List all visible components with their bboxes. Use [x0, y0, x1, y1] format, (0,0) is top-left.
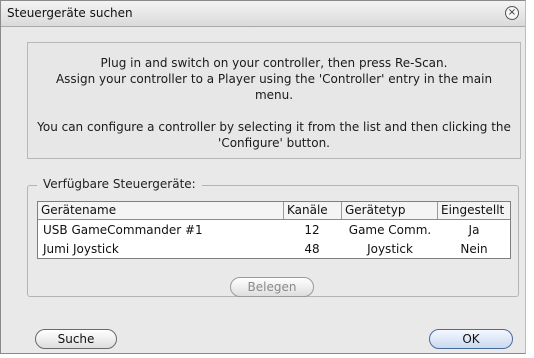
ok-button[interactable]: OK — [429, 329, 513, 349]
title-bar: Steuergeräte suchen × — [1, 1, 525, 27]
close-icon[interactable]: × — [505, 6, 519, 20]
search-button[interactable]: Suche — [35, 329, 117, 349]
controller-search-dialog: Steuergeräte suchen × Plug in and switch… — [0, 0, 526, 354]
column-header-type[interactable]: Gerätetyp — [342, 202, 438, 219]
cell-channels: 48 — [304, 242, 320, 256]
table-row[interactable]: USB GameCommander #1 12 Game Comm. Ja — [38, 221, 510, 240]
cell-name: Jumi Joystick — [43, 242, 119, 256]
cell-configured: Nein — [460, 242, 488, 256]
cell-configured: Ja — [468, 223, 480, 237]
cell-type: Joystick — [367, 242, 413, 256]
controller-table: Gerätename Kanäle Gerätetyp Eingestellt … — [37, 201, 511, 259]
group-legend: Verfügbare Steuergeräte: — [37, 177, 202, 191]
column-header-configured[interactable]: Eingestellt — [438, 202, 510, 219]
column-header-channels[interactable]: Kanäle — [284, 202, 342, 219]
instruction-line-2: Assign your controller to a Player using… — [55, 72, 493, 102]
window-title: Steuergeräte suchen — [7, 6, 133, 20]
instruction-line-3: You can configure a controller by select… — [37, 120, 511, 150]
cell-type: Game Comm. — [348, 223, 432, 237]
column-header-name[interactable]: Gerätename — [38, 202, 284, 219]
instruction-line-1: Plug in and switch on your controller, t… — [100, 56, 448, 70]
assign-button[interactable]: Belegen — [230, 277, 314, 297]
cell-channels: 12 — [304, 223, 320, 237]
instructions-panel: Plug in and switch on your controller, t… — [27, 42, 521, 159]
cell-name: USB GameCommander #1 — [43, 223, 203, 237]
table-row[interactable]: Jumi Joystick 48 Joystick Nein — [38, 240, 510, 259]
table-header: Gerätename Kanäle Gerätetyp Eingestellt — [38, 202, 510, 220]
